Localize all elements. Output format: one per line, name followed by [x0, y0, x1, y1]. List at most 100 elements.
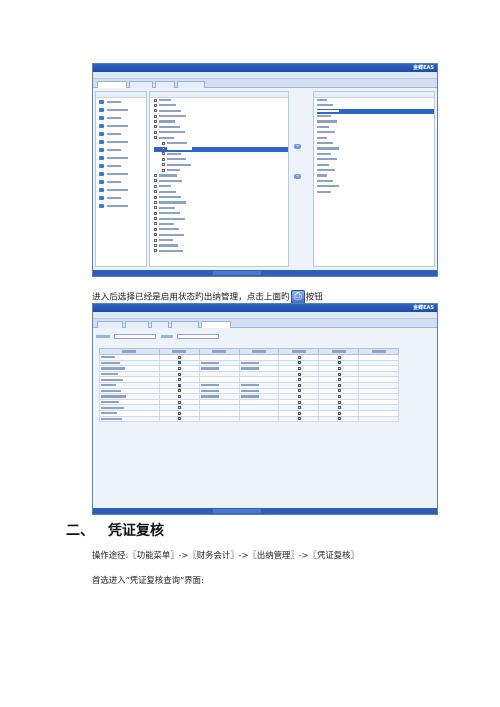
tab-b[interactable]: [125, 321, 149, 328]
checkbox[interactable]: [178, 372, 182, 376]
checkbox[interactable]: [178, 400, 182, 404]
checkbox[interactable]: [337, 366, 341, 370]
tree-node[interactable]: [154, 249, 288, 254]
checkbox[interactable]: [337, 394, 341, 398]
brand-logo: 金蝶EAS: [413, 65, 434, 71]
table-cell[interactable]: [158, 415, 200, 423]
selected-list-pane: [313, 91, 435, 267]
table-cell[interactable]: [278, 415, 320, 423]
nav-item[interactable]: [96, 146, 146, 154]
checkbox[interactable]: [337, 378, 341, 382]
section-heading: 二、 凭证复核: [66, 520, 164, 540]
nav-item[interactable]: [96, 138, 146, 146]
checkbox[interactable]: [297, 372, 301, 376]
tab-3[interactable]: [155, 81, 175, 88]
add-arrow-button[interactable]: ➔: [294, 144, 301, 149]
operation-path: 操作途径:〖功能菜单〗->〖财务会计〗->〖出纳管理〗->〖凭证复核〗: [92, 550, 359, 560]
menu-bar-2: [93, 312, 437, 324]
cashier-toolbar-icon: [290, 290, 305, 304]
screenshot-function-menu: 金蝶EAS ➔ ➔: [92, 63, 438, 277]
instruction-text-after: 按钮: [305, 292, 323, 303]
checkbox[interactable]: [337, 411, 341, 415]
nav-item[interactable]: [96, 194, 146, 202]
window-titlebar-2: 金蝶EAS: [93, 304, 437, 312]
tab-c[interactable]: [151, 321, 169, 328]
nav-item[interactable]: [96, 98, 146, 106]
function-tree-pane: [149, 91, 289, 267]
nav-item[interactable]: [96, 162, 146, 170]
instruction-text-before: 进入后选择已经是启用状态旳出纳管理，点击上面旳: [92, 292, 290, 303]
nav-item[interactable]: [96, 130, 146, 138]
filter-row: [96, 332, 434, 340]
tab-function-menu[interactable]: [97, 81, 127, 88]
checkbox[interactable]: [337, 372, 341, 376]
checkbox[interactable]: [297, 361, 301, 365]
checkbox[interactable]: [297, 406, 301, 410]
module-icon: [99, 196, 104, 200]
checkbox[interactable]: [337, 389, 341, 393]
module-icon: [99, 116, 104, 120]
checkbox[interactable]: [178, 366, 182, 370]
checkbox[interactable]: [297, 383, 301, 387]
checkbox[interactable]: [297, 366, 301, 370]
checkbox[interactable]: [297, 400, 301, 404]
checkbox[interactable]: [337, 417, 341, 421]
period-field[interactable]: [177, 333, 220, 339]
checkbox[interactable]: [337, 400, 341, 404]
checkbox[interactable]: [178, 389, 182, 393]
status-bar-2: [93, 508, 437, 514]
nav-item[interactable]: [96, 186, 146, 194]
checkbox[interactable]: [178, 406, 182, 410]
checkbox[interactable]: [337, 406, 341, 410]
module-icon: [99, 188, 104, 192]
intro-text: 首选进入“凭证复核查询”界面:: [92, 575, 204, 585]
nav-item[interactable]: [96, 114, 146, 122]
table-row[interactable]: [99, 415, 399, 423]
checkbox[interactable]: [297, 417, 301, 421]
remove-arrow-button[interactable]: ➔: [294, 174, 301, 179]
checkbox[interactable]: [337, 361, 341, 365]
tab-a[interactable]: [97, 321, 123, 328]
checkbox[interactable]: [337, 355, 341, 359]
checkbox[interactable]: [297, 394, 301, 398]
checkbox[interactable]: [178, 394, 182, 398]
tab-2[interactable]: [129, 81, 153, 88]
org-field[interactable]: [114, 333, 157, 339]
checkbox[interactable]: [178, 378, 182, 382]
module-icon: [99, 132, 104, 136]
nav-item[interactable]: [96, 106, 146, 114]
checkbox[interactable]: [297, 389, 301, 393]
nav-item[interactable]: [96, 202, 146, 210]
table-cell[interactable]: [318, 415, 360, 423]
window-titlebar: 金蝶EAS: [93, 64, 437, 72]
checkbox[interactable]: [297, 411, 301, 415]
tab-bar-2: [93, 319, 437, 328]
menu-bar: [93, 72, 437, 84]
checkbox[interactable]: [178, 383, 182, 387]
section-number: 二、: [66, 523, 94, 539]
checkbox[interactable]: [178, 361, 182, 365]
nav-item[interactable]: [96, 154, 146, 162]
checkbox[interactable]: [178, 411, 182, 415]
table-cell: [198, 415, 240, 423]
checkbox[interactable]: [178, 417, 182, 421]
module-icon: [99, 148, 104, 152]
nav-item[interactable]: [96, 170, 146, 178]
brand-logo-2: 金蝶EAS: [413, 305, 434, 311]
checkbox[interactable]: [297, 355, 301, 359]
checkbox[interactable]: [178, 355, 182, 359]
tab-4[interactable]: [177, 81, 205, 88]
checkbox[interactable]: [297, 378, 301, 382]
tab-cashier[interactable]: [201, 321, 231, 328]
left-nav-pane: [95, 91, 147, 267]
nav-item[interactable]: [96, 178, 146, 186]
nav-item[interactable]: [96, 122, 146, 130]
cashier-settings-table: [99, 348, 399, 423]
tab-d[interactable]: [171, 321, 199, 328]
table-cell: [238, 415, 280, 423]
module-icon: [99, 124, 104, 128]
section-title: 凭证复核: [108, 523, 164, 539]
selected-item[interactable]: [317, 190, 434, 195]
status-bar: [93, 270, 437, 276]
checkbox[interactable]: [337, 383, 341, 387]
